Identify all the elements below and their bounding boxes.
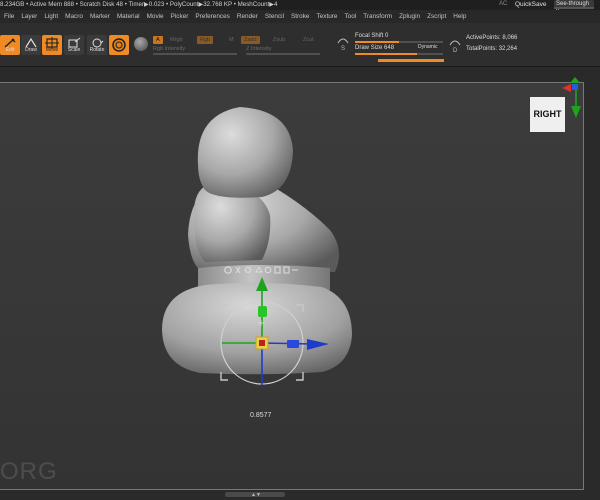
view-orientation-label[interactable]: RIGHT	[530, 97, 565, 132]
gizmo-center-core	[259, 340, 265, 346]
base-sculpt-segment[interactable]	[162, 282, 352, 375]
gizmo-y-scale-handle[interactable]	[258, 306, 267, 317]
watermark-text: ORG	[0, 458, 58, 485]
gizmo-value-readout: 0.8577	[250, 412, 272, 419]
red-axis-arrow-icon	[562, 84, 571, 92]
green-axis-arrow-icon	[570, 77, 580, 83]
viewport-svg	[162, 77, 581, 385]
chevron-up-icon[interactable]: ▲▼	[251, 492, 261, 498]
green-down-arrow-icon	[571, 106, 581, 118]
blue-axis-icon	[572, 84, 578, 90]
head-sculpt-segment[interactable]	[197, 107, 293, 198]
gizmo-x-scale-handle[interactable]	[287, 340, 299, 348]
